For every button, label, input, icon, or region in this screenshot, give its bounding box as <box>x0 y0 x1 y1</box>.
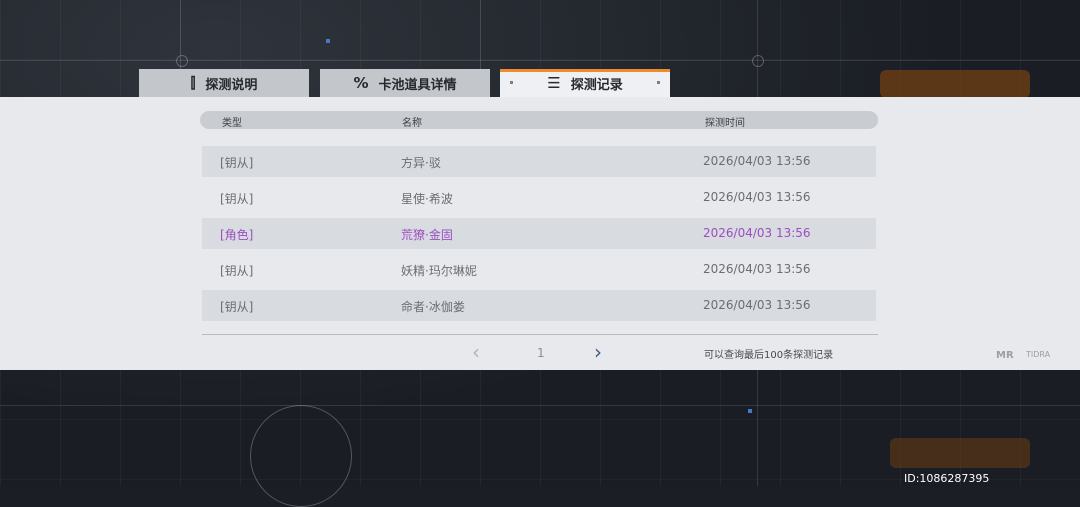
row-name: 方异·驳 <box>401 156 441 170</box>
page-number: 1 <box>537 346 545 360</box>
bg-marker <box>748 409 752 413</box>
tab-label: 探测说明 <box>205 77 258 93</box>
column-header-type: 类型 <box>222 118 242 129</box>
table-divider <box>202 334 878 335</box>
tab-detect-info[interactable]: ⫿ 探测说明 <box>139 69 309 97</box>
tab-corner-dot <box>657 81 660 84</box>
row-time: 2026/04/03 13:56 <box>703 262 811 276</box>
row-name: 妖精·玛尔琳妮 <box>401 264 477 278</box>
table-row: [钥从] 方异·驳 2026/04/03 13:56 <box>202 146 876 177</box>
user-id-label: ID:1086287395 <box>904 472 990 485</box>
bg-grid-line <box>757 370 758 486</box>
row-type: [钥从] <box>220 300 254 314</box>
bg-grid-line <box>0 60 1080 61</box>
column-header-name: 名称 <box>402 118 422 129</box>
table-row: [钥从] 命者·冰伽娄 2026/04/03 13:56 <box>202 290 876 321</box>
bg-node <box>176 55 188 67</box>
table-row: [钥从] 星使·希波 2026/04/03 13:56 <box>202 182 876 213</box>
tab-label: 探测记录 <box>570 77 623 93</box>
row-time: 2026/04/03 13:56 <box>703 226 811 240</box>
table-row: [钥从] 妖精·玛尔琳妮 2026/04/03 13:56 <box>202 254 876 285</box>
bg-grid-line <box>0 405 1080 406</box>
column-header-time: 探测时间 <box>705 118 745 129</box>
records-limit-note: 可以查询最后100条探测记录 <box>704 350 834 361</box>
bg-orange-panel <box>880 70 1030 98</box>
row-type: [角色] <box>220 228 254 242</box>
table-header: 类型 名称 探测时间 <box>200 111 878 129</box>
percent-icon: % <box>353 74 369 92</box>
row-name: 荒獠·金固 <box>401 228 453 242</box>
row-name: 命者·冰伽娄 <box>401 300 465 314</box>
tab-detect-records[interactable]: ☰ 探测记录 <box>500 69 670 97</box>
bg-grid-line <box>757 0 758 97</box>
list-icon: ☰ <box>547 74 561 92</box>
bg-marker <box>326 39 330 43</box>
row-type: [钥从] <box>220 192 254 206</box>
row-time: 2026/04/03 13:56 <box>703 154 811 168</box>
info-book-icon: ⫿ <box>190 74 196 92</box>
tab-corner-dot <box>510 81 513 84</box>
table-row: [角色] 荒獠·金固 2026/04/03 13:56 <box>202 218 876 249</box>
row-time: 2026/04/03 13:56 <box>703 190 811 204</box>
tab-pool-items[interactable]: % 卡池道具详情 <box>320 69 490 97</box>
bg-orange-panel <box>890 438 1030 468</box>
records-panel: 类型 名称 探测时间 [钥从] 方异·驳 2026/04/03 13:56 [钥… <box>0 97 1080 370</box>
row-name: 星使·希波 <box>401 192 453 206</box>
row-type: [钥从] <box>220 264 254 278</box>
row-type: [钥从] <box>220 156 254 170</box>
brand-logo: MR <box>996 350 1014 361</box>
tab-label: 卡池道具详情 <box>378 77 457 93</box>
brand-logo: TIDRA <box>1026 350 1051 359</box>
bg-ring <box>250 405 352 507</box>
bg-node <box>752 55 764 67</box>
next-page-button[interactable]: › <box>594 342 602 362</box>
prev-page-button[interactable]: ‹ <box>472 342 480 362</box>
row-time: 2026/04/03 13:56 <box>703 298 811 312</box>
